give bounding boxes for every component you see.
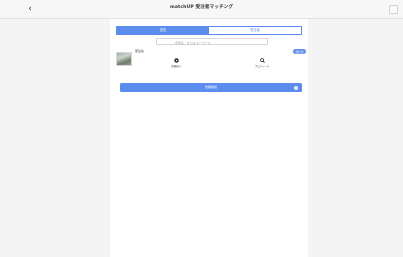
page-title: matchUP 受注者マッチング [169, 5, 234, 10]
candidate-name: 受注先 [135, 49, 145, 53]
segmented-tabs: 送信 受注者 [116, 26, 302, 35]
detail-action[interactable]: 詳細表示 [166, 58, 186, 68]
tab-send[interactable]: 送信 [117, 27, 209, 34]
detail-action-label: 詳細表示 [171, 64, 181, 68]
window-button[interactable] [389, 5, 398, 14]
search-input[interactable]: 条件名、または キーワード [156, 38, 268, 45]
magnify-icon [259, 58, 265, 63]
main-panel: 送信 受注者 条件名、または キーワード 受注先 送信済 詳細表示 プロフィール… [110, 19, 308, 257]
profile-action-label: プロフィール [254, 64, 270, 68]
record-icon [173, 58, 179, 63]
status-dot-icon [294, 85, 298, 90]
profile-action[interactable]: プロフィール [252, 58, 272, 68]
send-status-button[interactable]: 送信済 [293, 49, 306, 54]
confirm-button-label: 依頼確認 [204, 85, 217, 90]
tab-contractor[interactable]: 受注者 [209, 27, 301, 34]
candidate-thumbnail[interactable] [116, 52, 132, 66]
send-status-label: 送信済 [295, 49, 304, 54]
confirm-button[interactable]: 依頼確認 [120, 83, 302, 92]
search-placeholder: 条件名、または キーワード [175, 40, 211, 45]
title-bar: ‹ matchUP 受注者マッチング [0, 0, 403, 19]
